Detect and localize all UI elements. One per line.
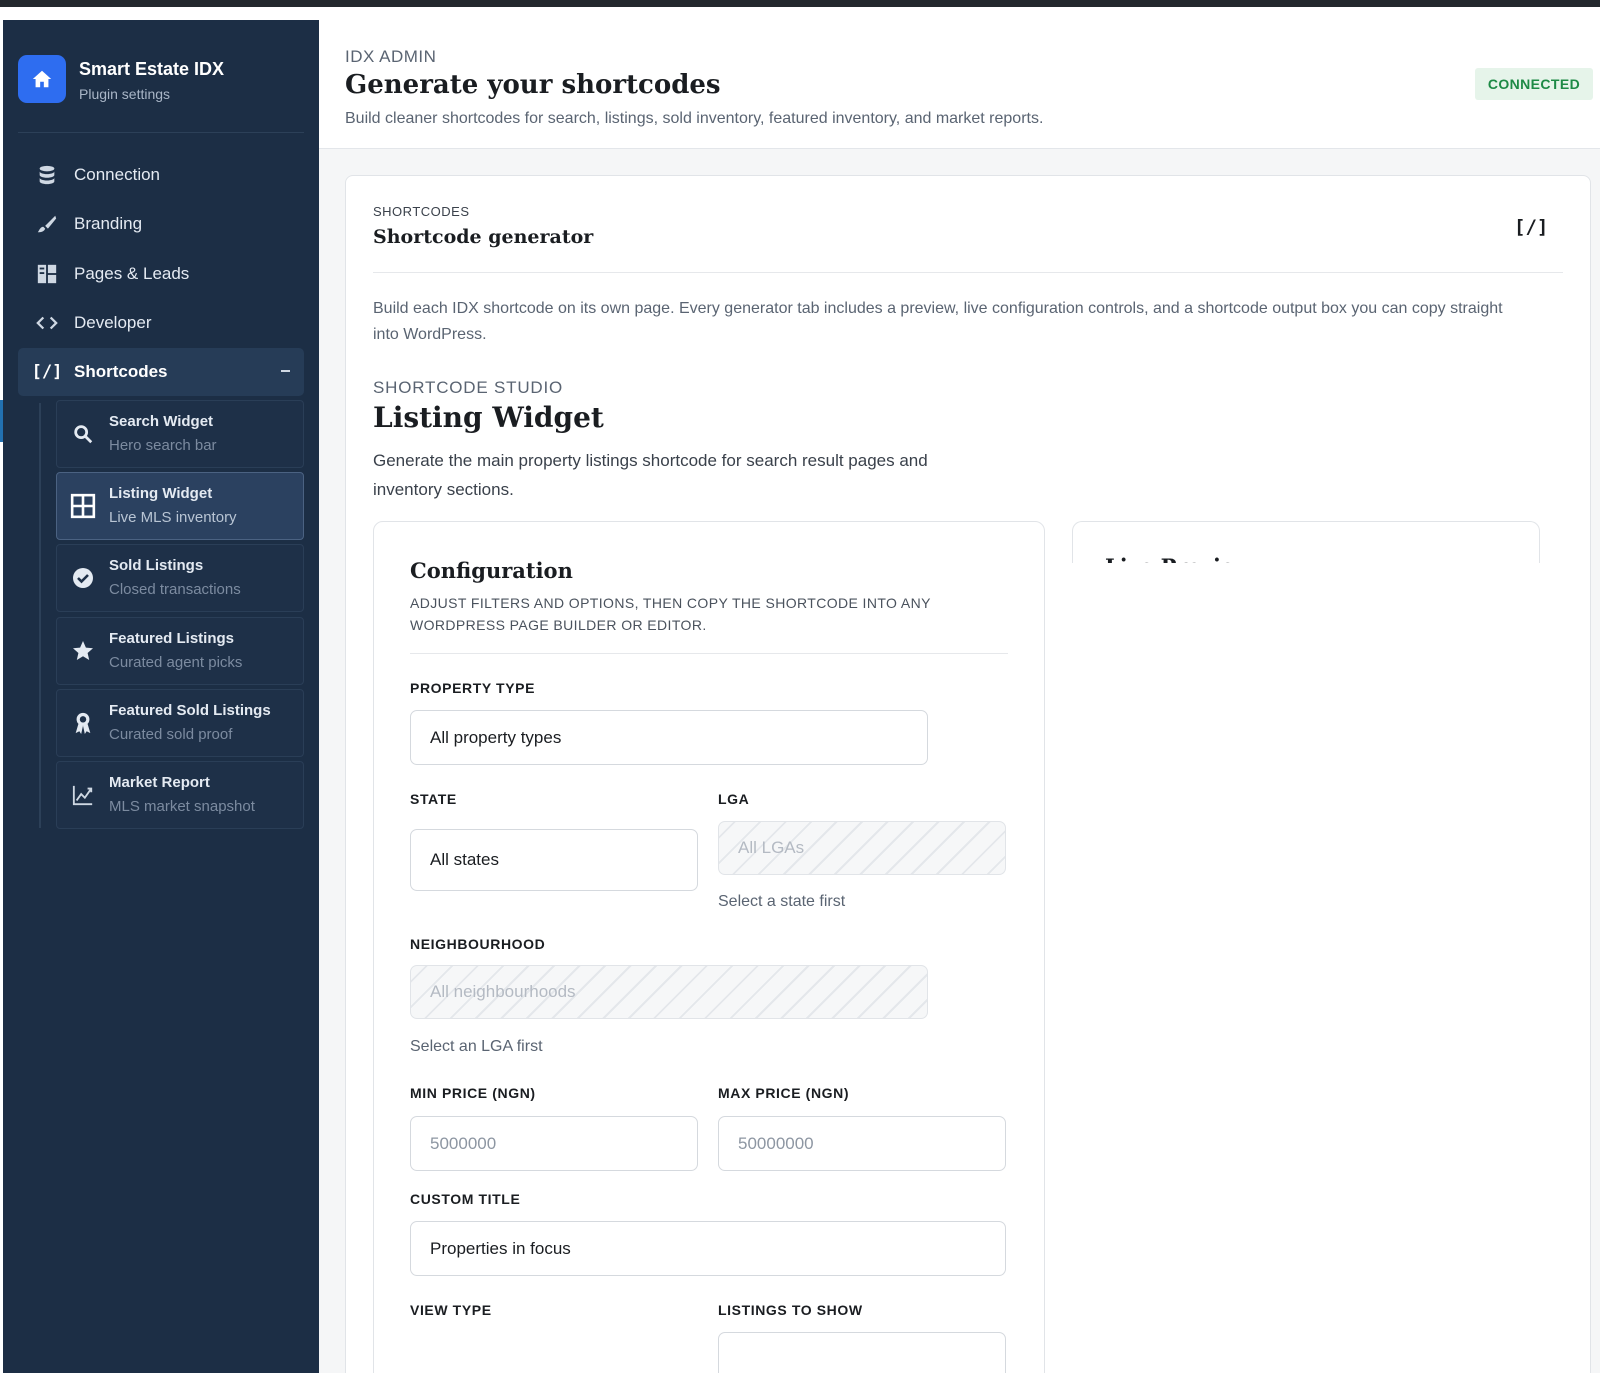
max-price-input[interactable]: 50000000 <box>718 1116 1006 1171</box>
subitem-featured-listings[interactable]: Featured Listings Curated agent picks <box>56 617 304 685</box>
award-icon <box>57 711 109 735</box>
chart-icon <box>57 784 109 806</box>
pages-icon <box>34 261 60 287</box>
subitem-desc: MLS market snapshot <box>109 798 255 815</box>
sidebar-item-developer[interactable]: Developer <box>18 299 304 347</box>
preview-title: Live Preview <box>1105 554 1252 563</box>
neighbourhood-select[interactable]: All neighbourhoods <box>410 965 928 1019</box>
main-content: IDX ADMIN Generate your shortcodes Build… <box>319 20 1600 1373</box>
neighbourhood-label: NEIGHBOURHOOD <box>410 936 546 952</box>
shortcode-generator-card: SHORTCODES Shortcode generator [/] Build… <box>345 175 1591 1373</box>
min-price-input[interactable]: 5000000 <box>410 1116 698 1171</box>
sidebar-item-connection[interactable]: Connection <box>18 151 304 199</box>
page-subtitle: Build cleaner shortcodes for search, lis… <box>345 110 1044 127</box>
sidebar-item-label: Shortcodes <box>74 362 168 381</box>
lga-select[interactable]: All LGAs <box>718 821 1006 875</box>
database-icon <box>34 162 60 188</box>
min-price-label: MIN PRICE (NGN) <box>410 1085 536 1101</box>
grid-icon <box>57 493 109 519</box>
listings-to-show-input[interactable] <box>718 1332 1006 1373</box>
card-title: Shortcode generator <box>373 226 594 248</box>
card-eyebrow: SHORTCODES <box>373 204 470 219</box>
lga-label: LGA <box>718 791 750 807</box>
sidebar-item-pages-leads[interactable]: Pages & Leads <box>18 250 304 298</box>
subitem-title: Search Widget <box>109 413 214 430</box>
config-divider <box>410 653 1008 654</box>
brand: Smart Estate IDX Plugin settings <box>18 55 224 103</box>
star-icon <box>57 639 109 663</box>
studio-description: Generate the main property listings shor… <box>373 451 928 499</box>
subitem-title: Listing Widget <box>109 485 213 502</box>
live-preview-panel: Live Preview <box>1072 521 1540 563</box>
subitem-desc: Curated agent picks <box>109 654 243 671</box>
state-label: STATE <box>410 791 457 807</box>
custom-title-label: CUSTOM TITLE <box>410 1191 521 1207</box>
sidebar-item-label: Branding <box>74 214 143 233</box>
subitem-desc: Hero search bar <box>109 437 217 454</box>
card-description: Build each IDX shortcode on its own page… <box>373 300 1503 343</box>
check-circle-icon <box>57 566 109 590</box>
search-icon <box>57 423 109 445</box>
view-type-label: VIEW TYPE <box>410 1302 492 1318</box>
subitem-sold-listings[interactable]: Sold Listings Closed transactions <box>56 544 304 612</box>
subitem-search-widget[interactable]: Search Widget Hero search bar <box>56 400 304 468</box>
page-header: IDX ADMIN Generate your shortcodes Build… <box>319 20 1600 149</box>
status-badge: CONNECTED <box>1475 68 1593 100</box>
studio-eyebrow: SHORTCODE STUDIO <box>373 378 564 397</box>
custom-title-input[interactable]: Properties in focus <box>410 1221 1006 1276</box>
sidebar-divider <box>18 132 304 133</box>
sidebar: Smart Estate IDX Plugin settings Connect… <box>3 20 319 1373</box>
shortcode-icon: [/] <box>1514 216 1549 238</box>
brand-title: Smart Estate IDX <box>79 58 225 79</box>
studio-title: Listing Widget <box>373 401 604 434</box>
brush-icon <box>34 211 60 237</box>
sidebar-item-label: Developer <box>74 313 152 332</box>
subitem-title: Sold Listings <box>109 557 204 574</box>
listings-to-show-label: LISTINGS TO SHOW <box>718 1302 863 1318</box>
state-select[interactable]: All states <box>410 829 698 891</box>
sidebar-item-shortcodes[interactable]: [/] Shortcodes <box>18 348 304 396</box>
collapse-icon[interactable] <box>281 370 290 372</box>
config-title: Configuration <box>410 558 573 583</box>
sidebar-item-label: Pages & Leads <box>74 264 190 283</box>
submenu-line <box>39 403 41 828</box>
sidebar-item-branding[interactable]: Branding <box>18 200 304 248</box>
neighbourhood-helper: Select an LGA first <box>410 1038 543 1055</box>
subitem-listing-widget[interactable]: Listing Widget Live MLS inventory <box>56 472 304 540</box>
subitem-desc: Live MLS inventory <box>109 509 237 526</box>
property-type-label: PROPERTY TYPE <box>410 680 536 696</box>
subitem-title: Featured Listings <box>109 630 235 647</box>
page-eyebrow: IDX ADMIN <box>345 47 437 66</box>
page-title: Generate your shortcodes <box>345 70 721 100</box>
lga-helper: Select a state first <box>718 893 846 910</box>
subitem-desc: Curated sold proof <box>109 726 233 743</box>
property-type-select[interactable]: All property types <box>410 710 928 765</box>
home-icon <box>18 55 66 103</box>
card-divider <box>373 272 1563 273</box>
shortcode-icon: [/] <box>31 362 63 382</box>
subitem-featured-sold-listings[interactable]: Featured Sold Listings Curated sold proof <box>56 689 304 757</box>
config-subtitle: Adjust filters and options, then copy th… <box>410 595 931 633</box>
max-price-label: MAX PRICE (NGN) <box>718 1085 850 1101</box>
subitem-desc: Closed transactions <box>109 581 241 598</box>
code-icon <box>34 310 60 336</box>
subitem-title: Market Report <box>109 774 210 791</box>
sidebar-item-label: Connection <box>74 165 161 184</box>
subitem-title: Featured Sold Listings <box>109 702 271 719</box>
configuration-panel: Configuration Adjust filters and options… <box>373 521 1045 1373</box>
admin-top-bar <box>0 0 1600 7</box>
subitem-market-report[interactable]: Market Report MLS market snapshot <box>56 761 304 829</box>
brand-subtitle: Plugin settings <box>79 85 171 102</box>
